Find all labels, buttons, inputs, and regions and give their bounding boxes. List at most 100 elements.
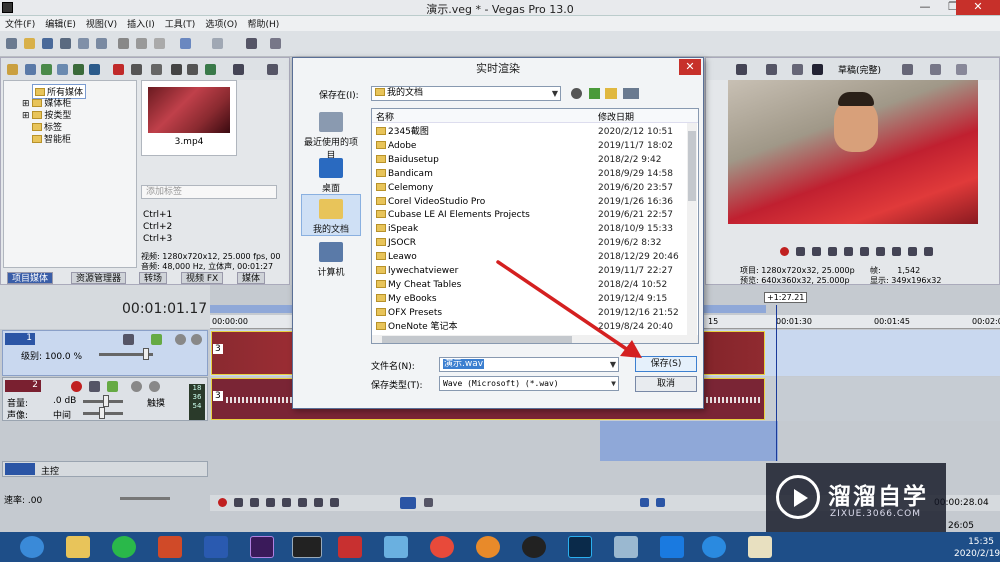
envelope-icon[interactable] — [424, 498, 433, 507]
back-icon[interactable] — [571, 88, 582, 99]
view-menu-icon[interactable] — [623, 88, 639, 99]
remove-icon[interactable] — [113, 64, 124, 75]
capture-icon[interactable] — [25, 64, 36, 75]
preview-settings-icon[interactable] — [736, 64, 747, 75]
qq-bird-icon[interactable] — [384, 536, 408, 558]
envelope-tool-icon[interactable] — [270, 38, 281, 49]
solo-icon[interactable] — [191, 334, 202, 345]
overlays-icon[interactable] — [902, 64, 913, 75]
tag-input[interactable]: 添加标签 — [141, 185, 277, 199]
go-start-icon[interactable] — [314, 498, 323, 507]
powerpoint-icon[interactable] — [158, 536, 182, 558]
save-as-icon[interactable] — [60, 38, 71, 49]
play-from-start-icon[interactable] — [828, 247, 837, 256]
list-item[interactable]: Cubase LE AI Elements Projects 2019/6/21 … — [372, 208, 692, 222]
search-icon[interactable] — [89, 64, 100, 75]
menu-file[interactable]: 文件(F) — [0, 16, 40, 31]
list-item[interactable]: My eBooks 2019/12/4 9:15 — [372, 292, 692, 306]
list-item[interactable]: Adobe 2019/11/7 18:02 — [372, 139, 692, 153]
prev-frame-icon[interactable] — [908, 247, 917, 256]
next-frame-icon[interactable] — [924, 247, 933, 256]
auto-preview-icon[interactable] — [205, 64, 216, 75]
chrome-icon[interactable] — [430, 536, 454, 558]
close-button[interactable]: ✕ — [956, 0, 1000, 15]
photoshop-icon[interactable] — [568, 536, 592, 558]
save-in-dropdown[interactable]: 我的文档 ▼ — [371, 86, 561, 101]
place-recent[interactable]: 最近使用的项目 — [301, 112, 361, 161]
wps-icon[interactable] — [660, 536, 684, 558]
list-item[interactable]: OFX Presets 2019/12/16 21:52 — [372, 306, 692, 320]
stop-media-icon[interactable] — [187, 64, 198, 75]
track-fx-icon[interactable] — [151, 334, 162, 345]
wechat-icon[interactable] — [112, 536, 136, 558]
up-folder-icon[interactable] — [589, 88, 600, 99]
browser-360-icon[interactable] — [20, 536, 44, 558]
menu-tools[interactable]: 工具(T) — [160, 16, 201, 31]
mute-icon[interactable] — [175, 334, 186, 345]
word-icon[interactable] — [204, 536, 228, 558]
app-icon[interactable] — [338, 536, 362, 558]
vertical-scrollbar[interactable] — [687, 123, 697, 337]
menu-edit[interactable]: 编辑(E) — [40, 16, 81, 31]
list-item[interactable]: OneNote 笔记本 2019/8/24 20:40 — [372, 320, 692, 334]
invert-phase-icon[interactable] — [89, 381, 100, 392]
go-end-icon[interactable] — [892, 247, 901, 256]
menu-insert[interactable]: 插入(I) — [122, 16, 160, 31]
automation-mode[interactable]: 触摸 — [147, 396, 165, 409]
place-desktop[interactable]: 桌面 — [301, 158, 361, 194]
list-item[interactable]: iSpeak 2018/10/9 15:33 — [372, 222, 692, 236]
track-fx-icon[interactable] — [107, 381, 118, 392]
stop-icon[interactable] — [298, 498, 307, 507]
tab-transitions[interactable]: 转场 — [139, 272, 168, 284]
list-item[interactable]: Corel VideoStudio Pro 2019/1/26 16:36 — [372, 195, 692, 209]
filetype-dropdown[interactable]: Wave (Microsoft) (*.wav) ▼ — [439, 376, 619, 391]
scrollbar-thumb[interactable] — [382, 336, 572, 343]
minimize-button[interactable]: — — [912, 0, 938, 15]
refresh-icon[interactable] — [57, 64, 68, 75]
copy-icon[interactable] — [136, 38, 147, 49]
new-project-icon[interactable] — [6, 38, 17, 49]
horizontal-scrollbar[interactable] — [372, 335, 698, 343]
rate-slider[interactable] — [120, 497, 170, 500]
stop-icon[interactable] — [860, 247, 869, 256]
replace-icon[interactable] — [73, 64, 84, 75]
volume-slider-thumb[interactable] — [103, 395, 109, 407]
menu-options[interactable]: 选项(O) — [200, 16, 242, 31]
level-slider-thumb[interactable] — [143, 348, 149, 360]
go-start-icon[interactable] — [876, 247, 885, 256]
record-icon[interactable] — [218, 498, 227, 507]
properties-icon[interactable] — [96, 38, 107, 49]
menu-view[interactable]: 视图(V) — [81, 16, 122, 31]
play-icon[interactable] — [812, 247, 821, 256]
list-item[interactable]: Baidusetup 2018/2/2 9:42 — [372, 153, 692, 167]
app-icon[interactable] — [476, 536, 500, 558]
undo-icon[interactable] — [180, 38, 191, 49]
place-computer[interactable]: 计算机 — [301, 242, 361, 278]
tab-media-generators[interactable]: 媒体 — [237, 272, 266, 284]
media-fx-icon[interactable] — [131, 64, 142, 75]
pause-icon[interactable] — [844, 247, 853, 256]
arm-record-icon[interactable] — [71, 381, 82, 392]
play-media-icon[interactable] — [171, 64, 182, 75]
save-icon[interactable] — [42, 38, 53, 49]
go-end-icon[interactable] — [330, 498, 339, 507]
vegas-icon[interactable] — [292, 536, 322, 558]
play-from-start-icon[interactable] — [250, 498, 259, 507]
list-item[interactable]: JSOCR 2019/6/2 8:32 — [372, 236, 692, 250]
track-motion-icon[interactable] — [123, 334, 134, 345]
save-snapshot-icon[interactable] — [956, 64, 967, 75]
premiere-icon[interactable] — [250, 536, 274, 558]
copy-snapshot-icon[interactable] — [930, 64, 941, 75]
mute-icon[interactable] — [131, 381, 142, 392]
views-icon[interactable] — [233, 64, 244, 75]
paste-icon[interactable] — [154, 38, 165, 49]
cancel-button[interactable]: 取消 — [635, 376, 697, 392]
proxy-icon[interactable] — [151, 64, 162, 75]
solo-icon[interactable] — [149, 381, 160, 392]
list-item[interactable]: Celemony 2019/6/20 23:57 — [372, 181, 692, 195]
list-item[interactable]: Leawo 2018/12/29 20:46 — [372, 250, 692, 264]
notes-icon[interactable] — [748, 536, 772, 558]
render-icon[interactable] — [78, 38, 89, 49]
new-folder-icon[interactable] — [605, 88, 617, 99]
column-name[interactable]: 名称 — [376, 110, 394, 123]
